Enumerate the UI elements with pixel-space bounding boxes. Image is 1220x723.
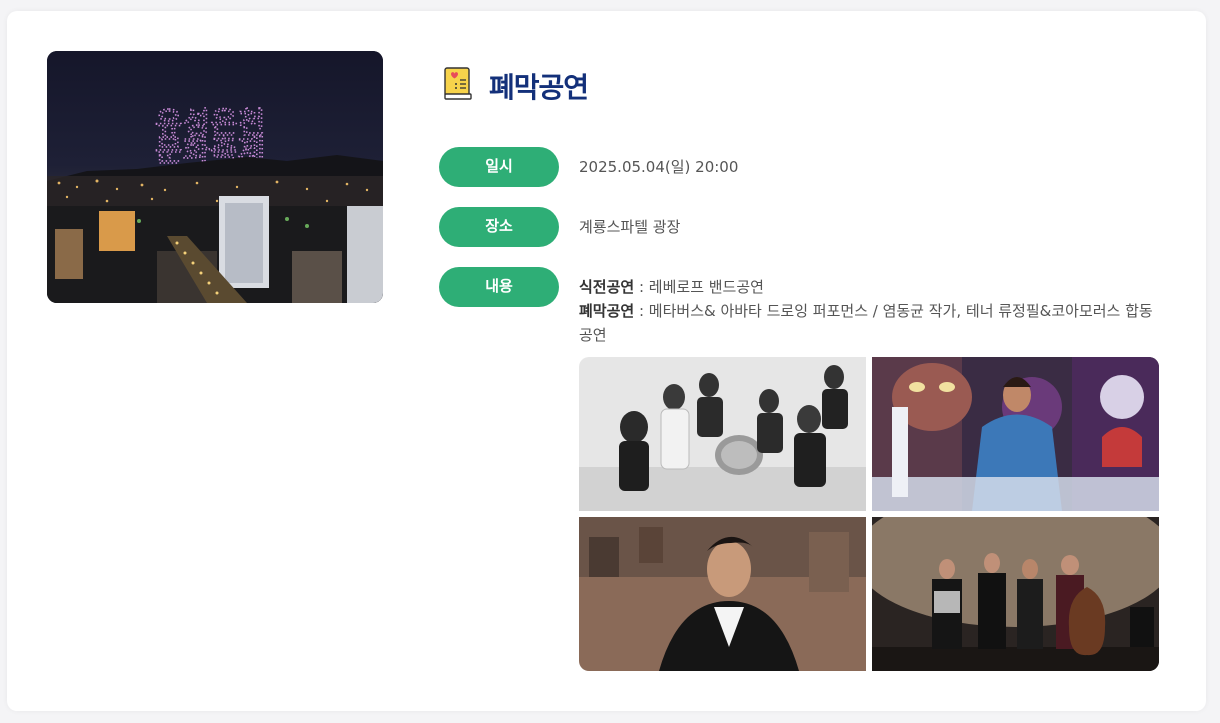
- performer-photo-grid: [579, 357, 1159, 671]
- event-card: 유성온천 문화축제 폐막공연 일시 2025.05.04(일) 20:00 장소…: [7, 11, 1206, 711]
- info-row-date: 일시 2025.05.04(일) 20:00: [439, 147, 738, 187]
- pre-show-text: : 레베로프 밴드공연: [634, 278, 764, 296]
- quartet-photo: [872, 517, 1159, 671]
- book-heart-icon: [444, 67, 472, 100]
- info-row-location: 장소 계룡스파텔 광장: [439, 207, 680, 247]
- artist-photo: [872, 357, 1159, 511]
- closing-show-line: 폐막공연 : 메타버스& 아바타 드로잉 퍼포먼스 / 염동균 작가, 테너 류…: [579, 299, 1159, 347]
- hero-image: 유성온천 문화축제: [47, 51, 383, 303]
- info-row-content: 내용 식전공연 : 레베로프 밴드공연 폐막공연 : 메타버스& 아바타 드로잉…: [439, 267, 1159, 671]
- pre-show-line: 식전공연 : 레베로프 밴드공연: [579, 275, 1159, 299]
- content-block: 식전공연 : 레베로프 밴드공연 폐막공연 : 메타버스& 아바타 드로잉 퍼포…: [579, 267, 1159, 671]
- closing-show-text: : 메타버스& 아바타 드로잉 퍼포먼스 / 염동균 작가, 테너 류정필&코아…: [579, 302, 1153, 344]
- label-pill-date: 일시: [439, 147, 559, 187]
- band-photo: [579, 357, 866, 511]
- section-header: 폐막공연: [443, 63, 589, 104]
- date-value: 2025.05.04(일) 20:00: [579, 158, 739, 176]
- location-value: 계룡스파텔 광장: [579, 218, 681, 236]
- label-pill-location: 장소: [439, 207, 559, 247]
- tenor-photo: [579, 517, 866, 671]
- closing-show-label: 폐막공연: [579, 302, 635, 320]
- pre-show-label: 식전공연: [579, 278, 635, 296]
- section-title: 폐막공연: [489, 71, 589, 104]
- label-pill-content: 내용: [439, 267, 559, 307]
